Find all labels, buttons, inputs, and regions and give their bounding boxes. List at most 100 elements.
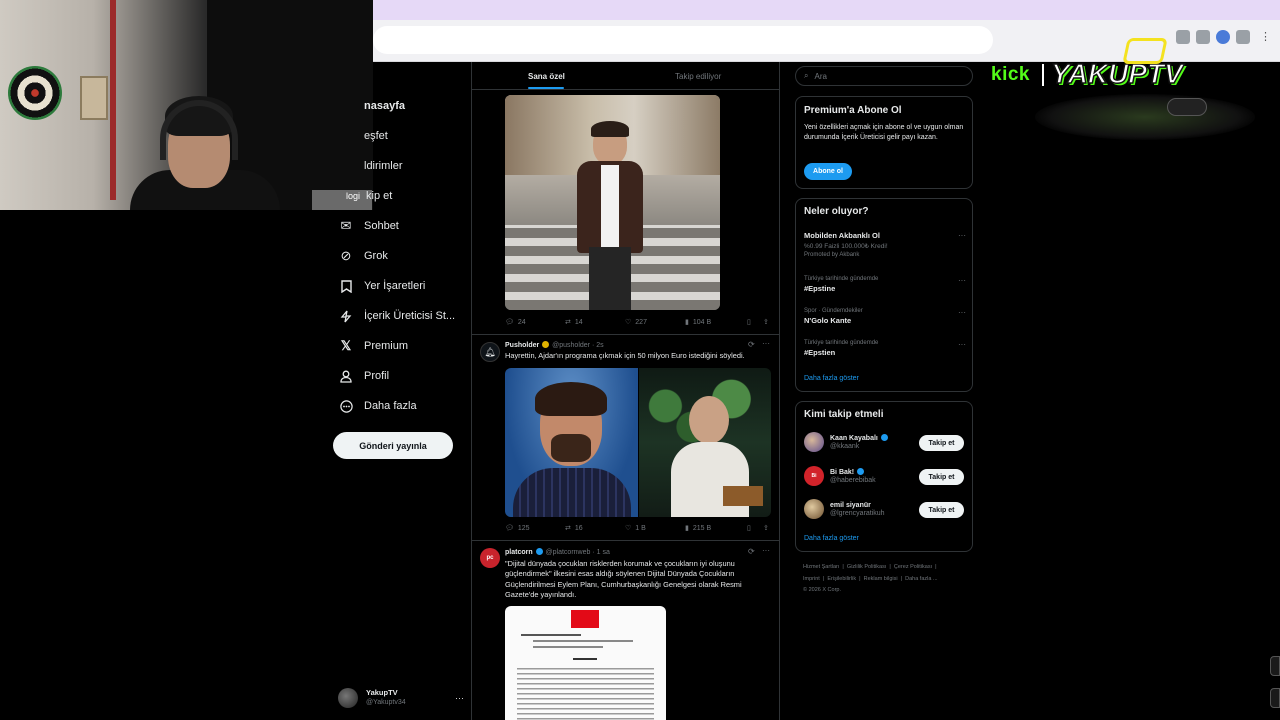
- follow-button[interactable]: Takip et: [919, 435, 964, 451]
- footer-link[interactable]: Erişilebilirlik: [827, 576, 856, 582]
- sidebar-item-explore[interactable]: eşfet: [338, 124, 388, 148]
- more-icon[interactable]: ···: [958, 231, 966, 240]
- like-button[interactable]: ♡ 227: [625, 318, 647, 327]
- footer-links: Hizmet Şartları | Gizlilik Politikası | …: [803, 564, 937, 570]
- reply-button[interactable]: 💬︎ 24: [505, 318, 526, 327]
- more-icon[interactable]: ···: [762, 546, 770, 555]
- account-switcher[interactable]: YakupTV @Yakuptv34 ···: [338, 684, 464, 712]
- sidebar-item-profile[interactable]: Profil: [338, 364, 389, 388]
- grok-icon[interactable]: ⟳: [748, 547, 755, 556]
- trend-item[interactable]: Türkiye tarihinde gündemde #Epstine ···: [804, 276, 966, 293]
- more-icon[interactable]: ···: [455, 693, 464, 703]
- author-name[interactable]: Pusholder: [505, 342, 539, 349]
- views-button[interactable]: ▮ 215 B: [685, 524, 712, 533]
- avatar[interactable]: 🔔︎: [480, 342, 500, 362]
- like-button[interactable]: ♡ 1 B: [625, 524, 646, 533]
- tweet-photo[interactable]: [505, 368, 771, 517]
- floating-control[interactable]: [1270, 688, 1280, 708]
- trend-item[interactable]: Türkiye tarihinde gündemde #Epstien ···: [804, 340, 966, 357]
- post-button[interactable]: Gönderi yayınla: [333, 432, 453, 459]
- bookmark-button[interactable]: ▯: [747, 318, 751, 326]
- author-handle[interactable]: @pusholder: [552, 342, 590, 349]
- avatar: [804, 432, 824, 452]
- author-handle[interactable]: @platcornweb: [546, 549, 591, 556]
- view-count: 215 B: [692, 524, 712, 532]
- grok-icon[interactable]: ⟳: [748, 340, 755, 349]
- sidebar-item-label: kip et: [366, 190, 393, 202]
- reply-button[interactable]: 💬︎ 125: [505, 524, 530, 533]
- bookmark-icon: [338, 278, 354, 294]
- bookmark-button[interactable]: ▯: [747, 524, 751, 532]
- show-more-link[interactable]: Daha fazla göster: [804, 375, 859, 382]
- more-icon[interactable]: ···: [958, 276, 966, 285]
- tweet-text: "Dijital dünyada çocukları risklerden ko…: [505, 559, 742, 600]
- footer-link[interactable]: Daha fazla ...: [905, 576, 937, 582]
- share-button[interactable]: ⇪: [763, 318, 769, 326]
- repost-button[interactable]: ⇄ 14: [565, 318, 583, 327]
- tweet-photo[interactable]: [505, 95, 720, 310]
- show-more-link[interactable]: Daha fazla göster: [804, 535, 859, 542]
- verified-badge-icon: [535, 548, 543, 555]
- document-image[interactable]: [505, 606, 666, 720]
- sidebar-item-chat[interactable]: ✉ Sohbet: [338, 214, 399, 238]
- repost-icon: ⇄: [565, 525, 571, 532]
- sidebar-item-more[interactable]: Daha fazla: [338, 394, 417, 418]
- tab-for-you[interactable]: Sana özel: [528, 62, 565, 90]
- avatar: [338, 688, 358, 708]
- sidebar-item-grok[interactable]: ⊘ Grok: [338, 244, 388, 268]
- dartboard-image: [8, 66, 62, 120]
- user-name: emil siyanür: [830, 501, 871, 509]
- account-handle: @Yakuptv34: [366, 699, 406, 706]
- search-input[interactable]: ⌕ Ara: [795, 66, 973, 86]
- trend-meta: Spor · Gündemdekiler: [804, 308, 863, 314]
- floating-control[interactable]: [1270, 656, 1280, 676]
- gamepad-icon: [1167, 98, 1207, 116]
- trend-item-promoted[interactable]: Mobilden Akbanklı Ol %0.99 Faizli 100.00…: [804, 231, 966, 258]
- follow-suggestion[interactable]: Bi Bi Bak! @haberebibak: [804, 466, 876, 486]
- share-button[interactable]: ⇪: [763, 524, 769, 532]
- avatar: Bi: [804, 466, 824, 486]
- sidebar-item-premium[interactable]: 𝕏 Premium: [338, 334, 408, 358]
- footer-link[interactable]: Imprint: [803, 576, 820, 582]
- trend-meta: Türkiye tarihinde gündemde: [804, 276, 879, 282]
- footer-link[interactable]: Reklam bilgisi: [864, 576, 898, 582]
- follow-suggestion[interactable]: Kaan Kayabalı @kkaank: [804, 432, 889, 452]
- sidebar-item-notifications[interactable]: ldirimler: [338, 154, 403, 178]
- avatar: [804, 499, 824, 519]
- reply-count: 125: [517, 524, 530, 532]
- repost-button[interactable]: ⇄ 16: [565, 524, 583, 533]
- sidebar-item-bookmarks[interactable]: Yer İşaretleri: [338, 274, 425, 298]
- browser-menu-icon[interactable]: ⋮: [1260, 30, 1274, 44]
- like-count: 1 B: [635, 524, 646, 532]
- sidebar-item-label: nasayfa: [364, 100, 405, 112]
- more-icon[interactable]: ···: [958, 308, 966, 317]
- chat-icon: ✉: [340, 218, 352, 233]
- follow-button[interactable]: Takip et: [919, 469, 964, 485]
- cable: [110, 0, 116, 200]
- more-icon[interactable]: ···: [762, 339, 770, 348]
- avatar[interactable]: pc: [480, 548, 500, 568]
- follow-button[interactable]: Takip et: [919, 502, 964, 518]
- footer-link[interactable]: Hizmet Şartları: [803, 564, 839, 570]
- sidebar-item-follow[interactable]: logi kip et: [338, 184, 392, 208]
- address-bar[interactable]: [373, 26, 993, 54]
- tweet-time[interactable]: · 2s: [592, 342, 604, 349]
- tab-following[interactable]: Takip ediliyor: [675, 62, 721, 90]
- sidebar-item-home[interactable]: nasayfa: [338, 94, 405, 118]
- trend-item[interactable]: Spor · Gündemdekiler N'Golo Kante ···: [804, 308, 966, 325]
- tweet-time[interactable]: · 1 sa: [592, 549, 610, 556]
- search-icon: ⌕: [804, 71, 809, 80]
- sidebar-item-label: İçerik Üreticisi St...: [364, 310, 456, 322]
- footer-link[interactable]: Gizlilik Politikası: [847, 564, 886, 570]
- follow-suggestion[interactable]: emil siyanür @lgrencyaratikuh: [804, 499, 885, 519]
- heart-icon: ♡: [625, 525, 632, 532]
- x-logo-icon: 𝕏: [340, 338, 352, 353]
- sidebar-item-creator-studio[interactable]: İçerik Üreticisi St...: [338, 304, 455, 328]
- trend-meta: Türkiye tarihinde gündemde: [804, 340, 879, 346]
- subscribe-button[interactable]: Abone ol: [804, 163, 852, 180]
- author-name[interactable]: platcorn: [505, 549, 533, 556]
- views-button[interactable]: ▮ 104 B: [685, 318, 711, 327]
- footer-link[interactable]: Çerez Politikası: [894, 564, 932, 570]
- bookmark-icon: ▯: [747, 319, 751, 326]
- more-icon[interactable]: ···: [958, 340, 966, 349]
